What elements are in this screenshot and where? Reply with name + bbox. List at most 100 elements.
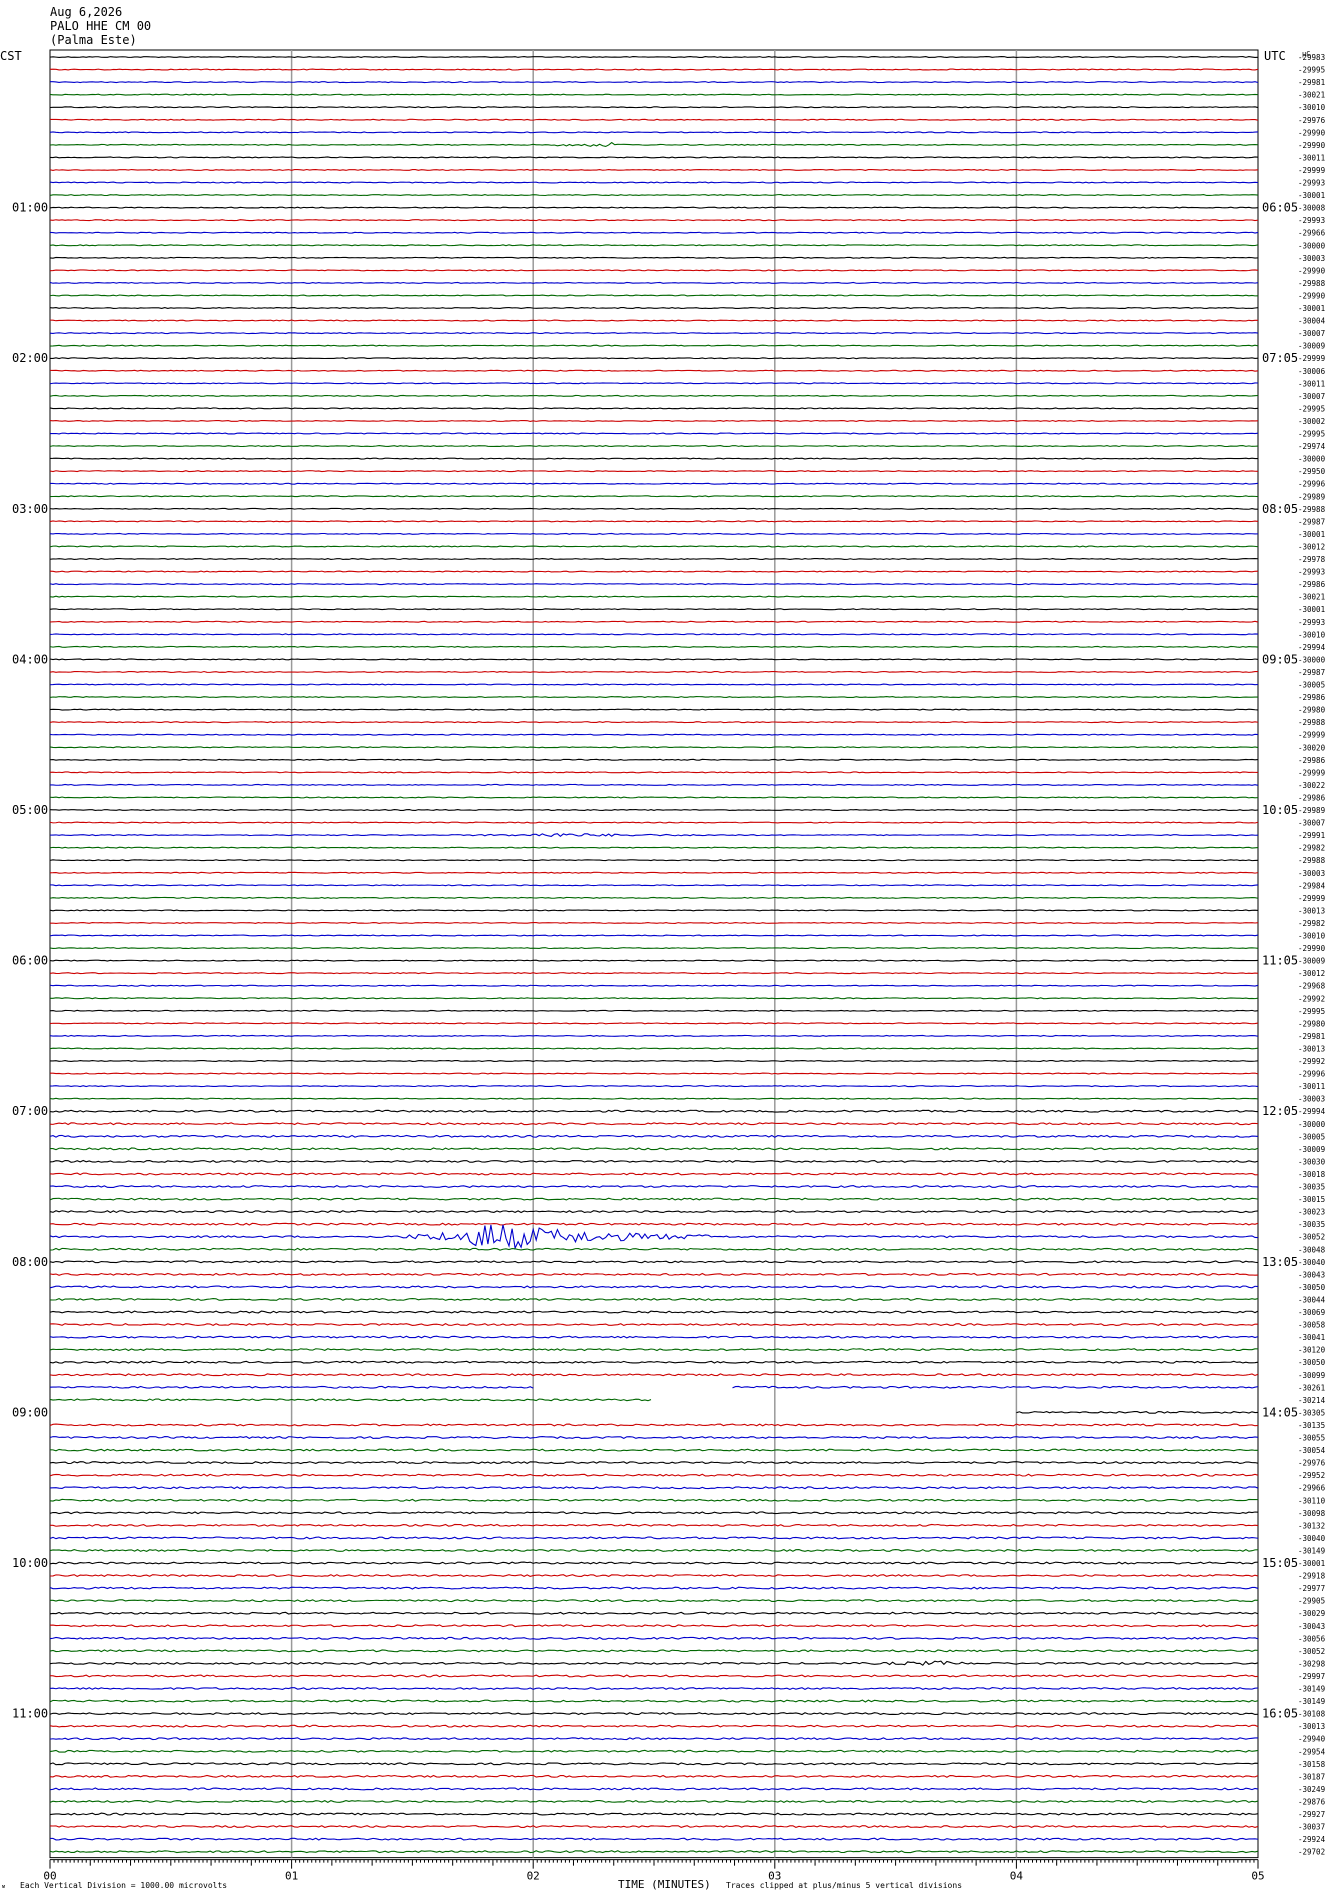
trace-row-0	[49, 55, 1259, 59]
row-offset-label: -29968	[1298, 982, 1326, 991]
row-offset-label: -30098	[1298, 1509, 1326, 1518]
row-offset-label: -30037	[1298, 1823, 1325, 1832]
row-offset-label: -30056	[1298, 1634, 1326, 1643]
row-offset-label: -29974	[1298, 442, 1326, 451]
row-offset-label: -30013	[1298, 1722, 1325, 1731]
left-hour-label: 02:00	[12, 351, 48, 365]
row-offset-label: -30013	[1298, 906, 1325, 915]
row-offset-label: -29966	[1298, 1484, 1326, 1493]
row-offset-label: -29997	[1298, 1672, 1325, 1681]
right-hour-label: 09:05	[1262, 652, 1298, 666]
row-offset-label: -30011	[1298, 153, 1325, 162]
right-timezone-label: UTC	[1264, 49, 1286, 63]
row-offset-label: -30305	[1298, 1408, 1325, 1417]
x-tick-label: 05	[1251, 1870, 1264, 1883]
row-offset-label: -30009	[1298, 957, 1325, 966]
row-offset-label: -30214	[1298, 1396, 1326, 1405]
row-offset-label: -29988	[1298, 718, 1326, 727]
right-hour-label: 07:05	[1262, 351, 1298, 365]
row-offset-label: -29980	[1298, 706, 1326, 715]
row-offset-label: -30005	[1298, 681, 1325, 690]
row-offset-label: -30000	[1298, 455, 1326, 464]
plot-background	[0, 0, 1330, 1894]
row-offset-label: -29987	[1298, 517, 1325, 526]
row-offset-label: -29992	[1298, 1057, 1325, 1066]
row-offset-label: -30011	[1298, 379, 1325, 388]
row-offset-label: -29905	[1298, 1597, 1325, 1606]
row-offset-label: -30001	[1298, 605, 1325, 614]
footer-glyph: ᴍ	[2, 1884, 5, 1890]
row-offset-label: -29990	[1298, 944, 1326, 953]
row-offset-label: -30000	[1298, 1120, 1326, 1129]
row-offset-label: -29988	[1298, 279, 1326, 288]
row-offset-label: -29990	[1298, 266, 1326, 275]
row-offset-label: -29954	[1298, 1747, 1326, 1756]
footer-clip-note: Traces clipped at plus/minus 5 vertical …	[726, 1881, 962, 1890]
trace-row-17	[49, 269, 1259, 272]
right-hour-label: 13:05	[1262, 1255, 1298, 1269]
right-hour-label: 16:05	[1262, 1707, 1298, 1721]
row-offset-label: -30003	[1298, 1095, 1325, 1104]
row-offset-label: -30018	[1298, 1170, 1326, 1179]
row-offset-label: -29990	[1298, 128, 1326, 137]
row-offset-label: -29984	[1298, 881, 1326, 890]
row-offset-label: -29986	[1298, 693, 1326, 702]
row-offset-label: -30044	[1298, 1295, 1326, 1304]
row-offset-label: -30035	[1298, 1220, 1325, 1229]
footer-scale-note: Each Vertical Division = 1000.00 microvo…	[20, 1881, 227, 1890]
header-date: Aug 6,2026	[50, 5, 122, 19]
row-offset-label: -29991	[1298, 831, 1325, 840]
right-hour-label: 08:05	[1262, 502, 1298, 516]
row-offset-label: -29982	[1298, 844, 1325, 853]
row-offset-label: -30000	[1298, 241, 1326, 250]
row-offset-label: -29702	[1298, 1848, 1325, 1857]
row-offset-label: -30043	[1298, 1622, 1325, 1631]
row-offset-label: -30029	[1298, 1609, 1325, 1618]
row-offset-label: -29988	[1298, 856, 1326, 865]
row-offset-label: -30009	[1298, 1145, 1325, 1154]
row-offset-label: -29999	[1298, 768, 1325, 777]
row-offset-label: -30020	[1298, 743, 1326, 752]
row-offset-label: -30013	[1298, 1044, 1325, 1053]
row-offset-label: -29993	[1298, 568, 1325, 577]
left-hour-label: 03:00	[12, 502, 48, 516]
row-offset-label: -29999	[1298, 354, 1325, 363]
row-offset-label: -29952	[1298, 1471, 1325, 1480]
header-location: (Palma Este)	[50, 33, 137, 47]
left-hour-label: 08:00	[12, 1255, 48, 1269]
row-offset-label: -29992	[1298, 994, 1325, 1003]
left-hour-label: 01:00	[12, 201, 48, 215]
row-offset-label: -30021	[1298, 91, 1325, 100]
row-offset-label: -30108	[1298, 1710, 1326, 1719]
row-offset-label: -30000	[1298, 655, 1326, 664]
row-offset-label: -30052	[1298, 1647, 1325, 1656]
right-hour-label: 15:05	[1262, 1556, 1298, 1570]
row-offset-label: -30009	[1298, 342, 1325, 351]
left-hour-label: 06:00	[12, 954, 48, 968]
row-offset-label: -30298	[1298, 1659, 1326, 1668]
row-offset-label: -29986	[1298, 793, 1326, 802]
helicorder-plot: Aug 6,2026 PALO HHE CM 00 (Palma Este) C…	[0, 0, 1330, 1894]
left-hour-label: 09:00	[12, 1405, 48, 1419]
row-offset-label: -30035	[1298, 1183, 1325, 1192]
row-offset-label: -29995	[1298, 1007, 1325, 1016]
right-hour-label: 11:05	[1262, 954, 1298, 968]
row-offset-label: -30187	[1298, 1772, 1325, 1781]
row-offset-label: -30003	[1298, 254, 1325, 263]
left-hour-label: 04:00	[12, 652, 48, 666]
row-offset-label: -30261	[1298, 1383, 1325, 1392]
row-offset-label: -29987	[1298, 668, 1325, 677]
right-hour-label: 06:05	[1262, 201, 1298, 215]
x-tick-label: 04	[1010, 1870, 1024, 1883]
row-offset-label: -30008	[1298, 204, 1326, 213]
row-offset-label: -30158	[1298, 1760, 1326, 1769]
right-hour-label: 10:05	[1262, 803, 1298, 817]
row-offset-label: -30132	[1298, 1521, 1325, 1530]
row-offset-label: -30249	[1298, 1785, 1325, 1794]
row-offset-label: -30149	[1298, 1546, 1325, 1555]
left-hour-label: 11:00	[12, 1707, 48, 1721]
row-offset-label: -30004	[1298, 317, 1326, 326]
row-offset-label: -29990	[1298, 141, 1326, 150]
row-offset-label: -29999	[1298, 894, 1325, 903]
left-hour-label: 07:00	[12, 1104, 48, 1118]
